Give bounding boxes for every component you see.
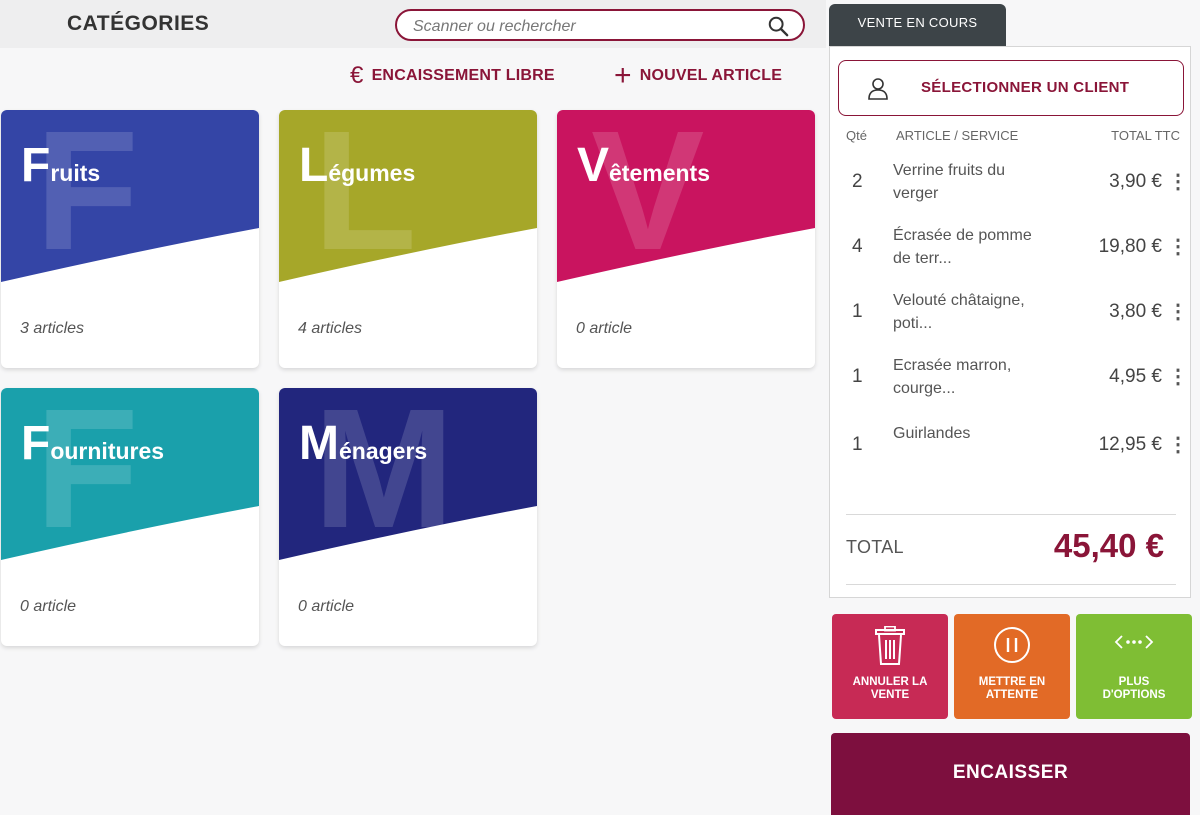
category-count: 3 articles: [20, 320, 85, 337]
category-name-rest: êtements: [609, 160, 710, 186]
category-initial: M: [299, 417, 339, 470]
line-qty: 1: [852, 434, 863, 455]
category-count: 0 article: [20, 598, 77, 615]
free-checkout-button[interactable]: € ENCAISSEMENT LIBRE: [350, 64, 555, 88]
sale-panel: SÉLECTIONNER UN CLIENT Qté ARTICLE / SER…: [829, 46, 1191, 598]
more-options-button[interactable]: PLUS D'OPTIONS: [1076, 614, 1192, 719]
line-qty: 2: [852, 171, 863, 192]
sale-line[interactable]: 2 Verrine fruits du verger 3,90 € ⋮: [830, 159, 1192, 221]
line-more-icon[interactable]: ⋮: [1168, 234, 1188, 259]
category-name: Vêtements: [577, 138, 710, 193]
line-desc: Écrasée de pomme de terr...: [893, 227, 1032, 267]
category-name-rest: égumes: [328, 160, 416, 186]
line-qty: 1: [852, 366, 863, 387]
line-total: 3,90 €: [1109, 171, 1162, 192]
line-total: 3,80 €: [1109, 301, 1162, 322]
category-initial: L: [299, 139, 329, 192]
new-item-label: NOUVEL ARTICLE: [639, 67, 783, 84]
hold-sale-button[interactable]: METTRE EN ATTENTE: [954, 614, 1070, 719]
line-qty: 4: [852, 236, 863, 257]
pause-icon: [994, 627, 1030, 663]
hold-sale-label: METTRE EN ATTENTE: [978, 676, 1046, 701]
line-total: 19,80 €: [1098, 236, 1162, 257]
divider: [846, 584, 1176, 585]
cancel-sale-button[interactable]: ANNULER LA VENTE: [832, 614, 948, 719]
line-desc: Velouté châtaigne, poti...: [893, 292, 1025, 332]
line-desc: Ecrasée marron, courge...: [893, 357, 1012, 397]
category-name-rest: énagers: [338, 438, 428, 464]
page-title: CATÉGORIES: [67, 12, 210, 35]
line-qty: 1: [852, 301, 863, 322]
category-count: 4 articles: [298, 320, 363, 337]
more-options-label: PLUS D'OPTIONS: [1102, 676, 1166, 701]
free-checkout-label: ENCAISSEMENT LIBRE: [371, 67, 555, 84]
category-card-vetements[interactable]: V Vêtements 0 article: [557, 110, 815, 368]
category-card-fruits[interactable]: F Fruits 3 articles: [1, 110, 259, 368]
category-name: Fruits: [21, 138, 100, 193]
sale-line[interactable]: 1 Velouté châtaigne, poti... 3,80 € ⋮: [830, 289, 1192, 351]
category-name-rest: ournitures: [50, 438, 165, 464]
select-client-button[interactable]: SÉLECTIONNER UN CLIENT: [838, 60, 1184, 116]
line-more-icon[interactable]: ⋮: [1168, 364, 1188, 389]
tab-current-sale[interactable]: VENTE EN COURS: [829, 4, 1006, 48]
total-value: 45,40 €: [1053, 527, 1164, 564]
pay-button[interactable]: ENCAISSER: [831, 733, 1190, 815]
category-card-legumes[interactable]: L Légumes 4 articles: [279, 110, 537, 368]
user-icon: [868, 78, 888, 100]
category-name: Fournitures: [21, 416, 164, 471]
card-watermark-letter: F: [35, 388, 139, 564]
more-options-icon: [1114, 635, 1154, 649]
category-initial: V: [577, 139, 610, 192]
column-header-total: TOTAL TTC: [1111, 128, 1180, 143]
card-watermark-letter: L: [313, 110, 417, 286]
category-name: Ménagers: [299, 416, 427, 471]
column-header-item: ARTICLE / SERVICE: [896, 128, 1019, 143]
category-count: 0 article: [298, 598, 355, 615]
line-desc: Guirlandes: [893, 425, 971, 442]
search-icon[interactable]: [767, 15, 789, 37]
search-box[interactable]: [395, 9, 805, 41]
category-card-menagers[interactable]: M Ménagers 0 article: [279, 388, 537, 646]
line-more-icon[interactable]: ⋮: [1168, 169, 1188, 194]
euro-icon: €: [350, 62, 364, 89]
trash-icon: [875, 626, 905, 665]
new-item-button[interactable]: + NOUVEL ARTICLE: [614, 59, 783, 92]
line-total: 4,95 €: [1109, 366, 1162, 387]
line-more-icon[interactable]: ⋮: [1168, 299, 1188, 324]
select-client-label: SÉLECTIONNER UN CLIENT: [921, 79, 1130, 96]
category-count: 0 article: [576, 320, 633, 337]
card-watermark-letter: V: [591, 110, 705, 286]
line-desc: Verrine fruits du verger: [893, 162, 1006, 202]
search-input[interactable]: [411, 15, 755, 39]
category-name-rest: ruits: [50, 160, 101, 186]
cancel-sale-label: ANNULER LA VENTE: [852, 676, 928, 701]
line-total: 12,95 €: [1098, 434, 1162, 455]
sale-line[interactable]: 1 Ecrasée marron, courge... 4,95 € ⋮: [830, 354, 1192, 416]
total-label: TOTAL: [846, 537, 904, 557]
sale-line[interactable]: 4 Écrasée de pomme de terr... 19,80 € ⋮: [830, 224, 1192, 286]
category-name: Légumes: [299, 138, 415, 193]
card-watermark-letter: M: [313, 388, 455, 564]
sale-line[interactable]: 1 Guirlandes 12,95 € ⋮: [830, 422, 1192, 484]
plus-icon: +: [614, 59, 632, 92]
divider: [846, 514, 1176, 515]
category-initial: F: [21, 417, 51, 470]
line-more-icon[interactable]: ⋮: [1168, 432, 1188, 457]
column-header-qty: Qté: [846, 128, 867, 143]
category-initial: F: [21, 139, 51, 192]
category-card-fournitures[interactable]: F Fournitures 0 article: [1, 388, 259, 646]
card-watermark-letter: F: [35, 110, 139, 286]
